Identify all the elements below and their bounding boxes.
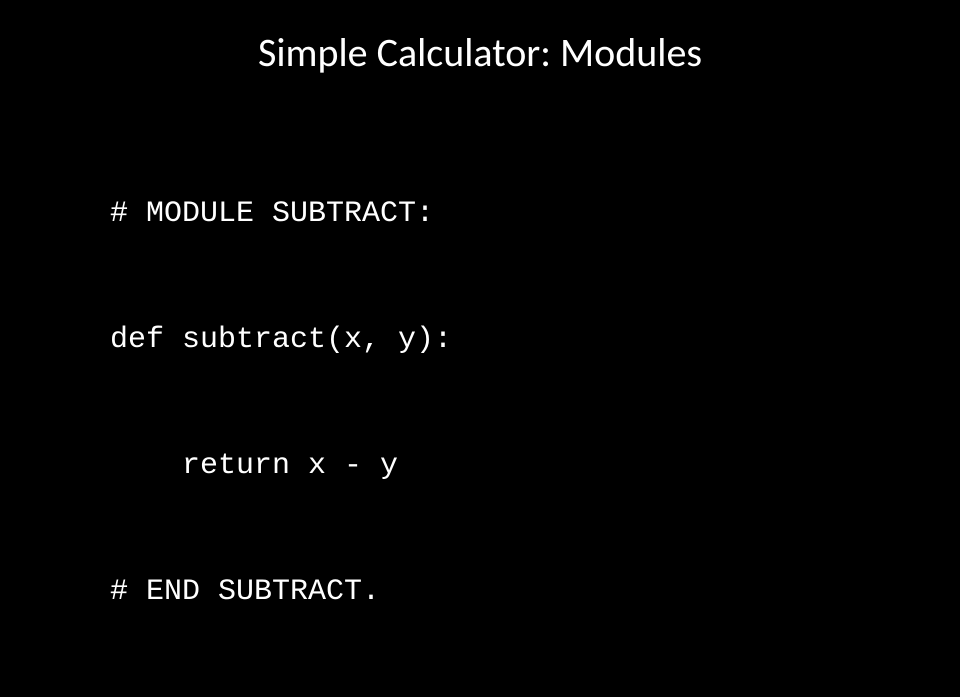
slide-container: Simple Calculator: Modules # MODULE SUBT… [0,0,960,540]
code-line: # MODULE SUBTRACT: [110,193,960,235]
code-line: return x - y [110,445,960,487]
code-line: def subtract(x, y): [110,319,960,361]
code-line: # END SUBTRACT. [110,571,960,613]
slide-title: Simple Calculator: Modules [0,28,960,77]
code-block: # MODULE SUBTRACT: def subtract(x, y): r… [0,109,960,697]
